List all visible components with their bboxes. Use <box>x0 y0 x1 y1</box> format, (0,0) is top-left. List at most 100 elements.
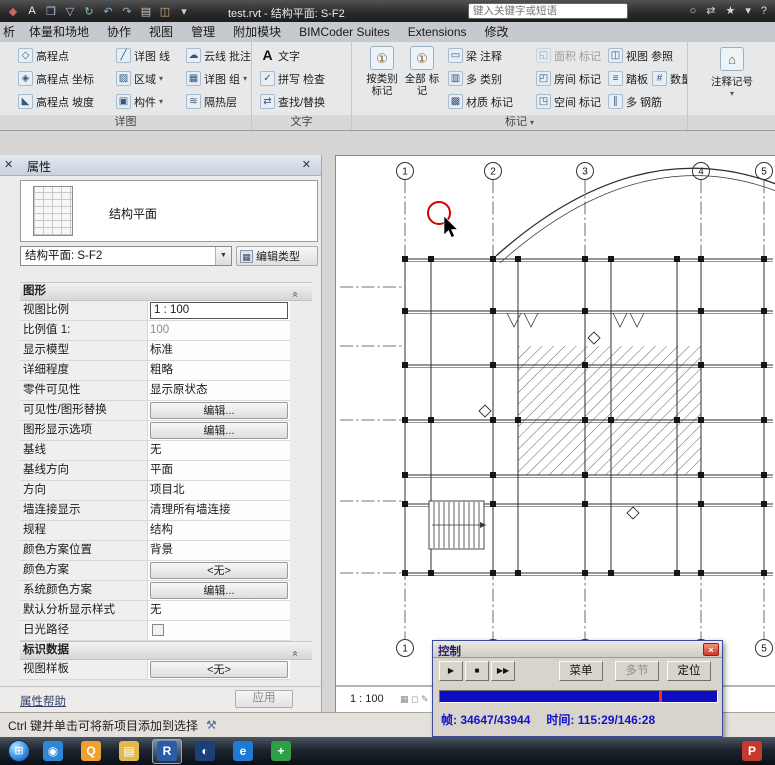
edit-type-button[interactable]: ▦ 编辑类型 <box>236 246 318 266</box>
view-selector-combo[interactable]: 结构平面: S-F2 ▼ <box>20 246 232 266</box>
type-selector[interactable]: 结构平面 <box>20 180 318 242</box>
ribbon-button-text[interactable]: A 文字 <box>260 45 300 66</box>
taskbar-app-blue-swirl[interactable]: ◉ <box>38 739 68 764</box>
tab-massing-site[interactable]: 体量和场地 <box>20 22 98 42</box>
menu-button[interactable]: 菜单 <box>559 661 603 681</box>
close-icon[interactable]: ✕ <box>302 158 311 171</box>
multi-section-button[interactable]: 多节 <box>615 661 659 681</box>
taskbar-folder-explorer[interactable]: ▤ <box>114 739 144 764</box>
status-tool-icon[interactable]: ⚒ <box>206 718 217 732</box>
infocenter-search[interactable] <box>468 3 628 19</box>
sun-path-checkbox[interactable] <box>152 624 164 636</box>
redo-icon[interactable]: ↷ <box>120 5 134 18</box>
start-button[interactable]: ⊞ <box>8 740 30 762</box>
fast-forward-button[interactable]: ▶▶ <box>491 661 515 681</box>
close-icon[interactable]: × <box>703 643 719 656</box>
ribbon-button-tag-by-category[interactable]: ① 按类别 标记 <box>364 45 400 113</box>
ribbon-button-detail-group[interactable]: ▦ 详图 组 ▾ <box>186 68 247 89</box>
ribbon-button-quantity[interactable]: #数量 <box>652 68 687 89</box>
infocenter-menu-icon[interactable]: ▾ <box>745 4 751 17</box>
ribbon-button-view-reference[interactable]: ◫ 视图 参照 <box>608 45 673 66</box>
panel-label-text[interactable]: 文字 <box>252 115 351 130</box>
print-icon[interactable]: ▤ <box>139 5 153 18</box>
ribbon-button-spelling[interactable]: ✓ 拼写 检查 <box>260 68 325 89</box>
open-icon[interactable]: ❒ <box>44 5 58 18</box>
ribbon-button-revision-cloud[interactable]: ☁ 云线 批注 <box>186 45 251 66</box>
color-scheme-button[interactable]: <无> <box>150 562 288 579</box>
favorites-star-icon[interactable]: ★ <box>725 4 735 17</box>
application-button-icon[interactable]: ◆ <box>6 5 20 18</box>
close-icon[interactable]: ✕ <box>4 158 13 171</box>
search-icon[interactable]: ○ <box>690 5 697 17</box>
tag-by-category-icon: ① <box>370 46 394 70</box>
section-graphics[interactable]: 图形 « <box>20 282 312 301</box>
ribbon-button-keynote[interactable]: ⌂ 注释记号 ▾ <box>704 46 760 98</box>
find-replace-icon: ⇄ <box>260 94 275 109</box>
ribbon-button-spot-slope[interactable]: ◣ 高程点 坡度 <box>18 91 94 112</box>
tab-bimcoder[interactable]: BIMCoder Suites <box>290 22 399 42</box>
ribbon-button-tread-number[interactable]: ≡ 踏板 <box>608 68 648 89</box>
help-icon[interactable]: ? <box>761 5 767 17</box>
tab-analyze[interactable]: 析 <box>0 22 20 42</box>
tab-collaborate[interactable]: 协作 <box>98 22 140 42</box>
tab-view[interactable]: 视图 <box>140 22 182 42</box>
ribbon-button-insulation[interactable]: ≋ 隔热层 <box>186 91 237 112</box>
ribbon-button-detail-line[interactable]: ╱ 详图 线 <box>116 45 170 66</box>
measure-icon[interactable]: ◫ <box>158 5 172 18</box>
drawing-area[interactable]: 1122334455 1 : 100 ▦ ◻ ✎ <box>335 155 775 712</box>
taskbar-revit[interactable]: R <box>152 738 182 764</box>
properties-footer: 属性帮助 应用 <box>0 686 322 712</box>
control-dialog-titlebar[interactable]: 控制 × <box>433 641 722 658</box>
ribbon-button-tag-all[interactable]: ① 全部 标记 <box>404 45 440 113</box>
view-template-button[interactable]: <无> <box>150 661 288 678</box>
properties-help-link[interactable]: 属性帮助 <box>20 693 66 709</box>
taskbar-app-navy[interactable]: ◐ <box>190 739 220 764</box>
ribbon-button-beam-annotation[interactable]: ▭ 梁 注释 <box>448 45 502 66</box>
ribbon-button-space-tag[interactable]: ◳ 空间 标记 <box>536 91 601 112</box>
locate-button[interactable]: 定位 <box>667 661 711 681</box>
save-icon[interactable]: ▽ <box>63 5 77 18</box>
progress-marker[interactable] <box>658 691 662 702</box>
ribbon-button-spot-elevation[interactable]: ◇ 高程点 <box>18 45 69 66</box>
apply-button[interactable]: 应用 <box>235 690 293 708</box>
taskbar-ie-browser[interactable]: e <box>228 739 258 764</box>
search-input[interactable] <box>468 3 628 19</box>
play-button[interactable]: ▶ <box>439 661 463 681</box>
dialog-title: 控制 <box>438 646 461 658</box>
ribbon-button-multi-rebar[interactable]: ∥ 多 钢筋 <box>608 91 662 112</box>
tab-manage[interactable]: 管理 <box>182 22 224 42</box>
ribbon-button-find-replace[interactable]: ⇄ 查找/替换 <box>260 91 325 112</box>
system-color-scheme-edit-button[interactable]: 编辑... <box>150 582 288 599</box>
ribbon-button-spot-coordinate[interactable]: ◈ 高程点 坐标 <box>18 68 94 89</box>
tab-addins[interactable]: 附加模块 <box>224 22 290 42</box>
graphic-display-options-edit-button[interactable]: 编辑... <box>150 422 288 439</box>
view-control-bar-icons[interactable]: ▦ ◻ ✎ <box>400 694 429 704</box>
taskbar-app-green[interactable]: + <box>266 739 296 764</box>
taskbar-powerpoint[interactable]: P <box>737 739 767 764</box>
ribbon-button-material-tag[interactable]: ▩ 材质 标记 <box>448 91 513 112</box>
panel-label-detail[interactable]: 详图 <box>0 115 251 130</box>
view-scale-combo[interactable]: 1 : 100 <box>150 302 288 319</box>
panel-label-tag[interactable]: 标记 ▾ <box>352 115 687 130</box>
ribbon-button-multi-category[interactable]: ▥ 多 类别 <box>448 68 502 89</box>
ribbon-button-filled-region[interactable]: ▨ 区域 ▾ <box>116 68 163 89</box>
folder-explorer-icon: ▤ <box>119 741 139 761</box>
stop-button[interactable]: ■ <box>465 661 489 681</box>
taskbar-qq[interactable]: Q <box>76 739 106 764</box>
undo-icon[interactable]: ↶ <box>101 5 115 18</box>
view-scale-label[interactable]: 1 : 100 <box>350 693 384 705</box>
section-identity-data[interactable]: 标识数据 « <box>20 641 312 660</box>
chevron-down-icon[interactable]: ▼ <box>215 247 231 265</box>
grid-bubble-1: 1 <box>402 167 408 178</box>
playback-progress-bar[interactable] <box>439 690 718 703</box>
ribbon-button-area-tag[interactable]: ◱ 面积 标记 <box>536 45 601 66</box>
font-style-icon[interactable]: A <box>25 5 39 17</box>
tab-extensions[interactable]: Extensions <box>399 22 476 42</box>
exchange-apps-icon[interactable]: ⇄ <box>706 4 715 17</box>
sync-icon[interactable]: ↻ <box>82 5 96 18</box>
ribbon-button-room-tag[interactable]: ◰ 房间 标记 <box>536 68 601 89</box>
tab-modify[interactable]: 修改 <box>476 22 518 42</box>
visibility-graphics-edit-button[interactable]: 编辑... <box>150 402 288 419</box>
qat-menu-icon[interactable]: ▾ <box>177 5 191 18</box>
ribbon-button-detail-component[interactable]: ▣ 构件 ▾ <box>116 91 163 112</box>
